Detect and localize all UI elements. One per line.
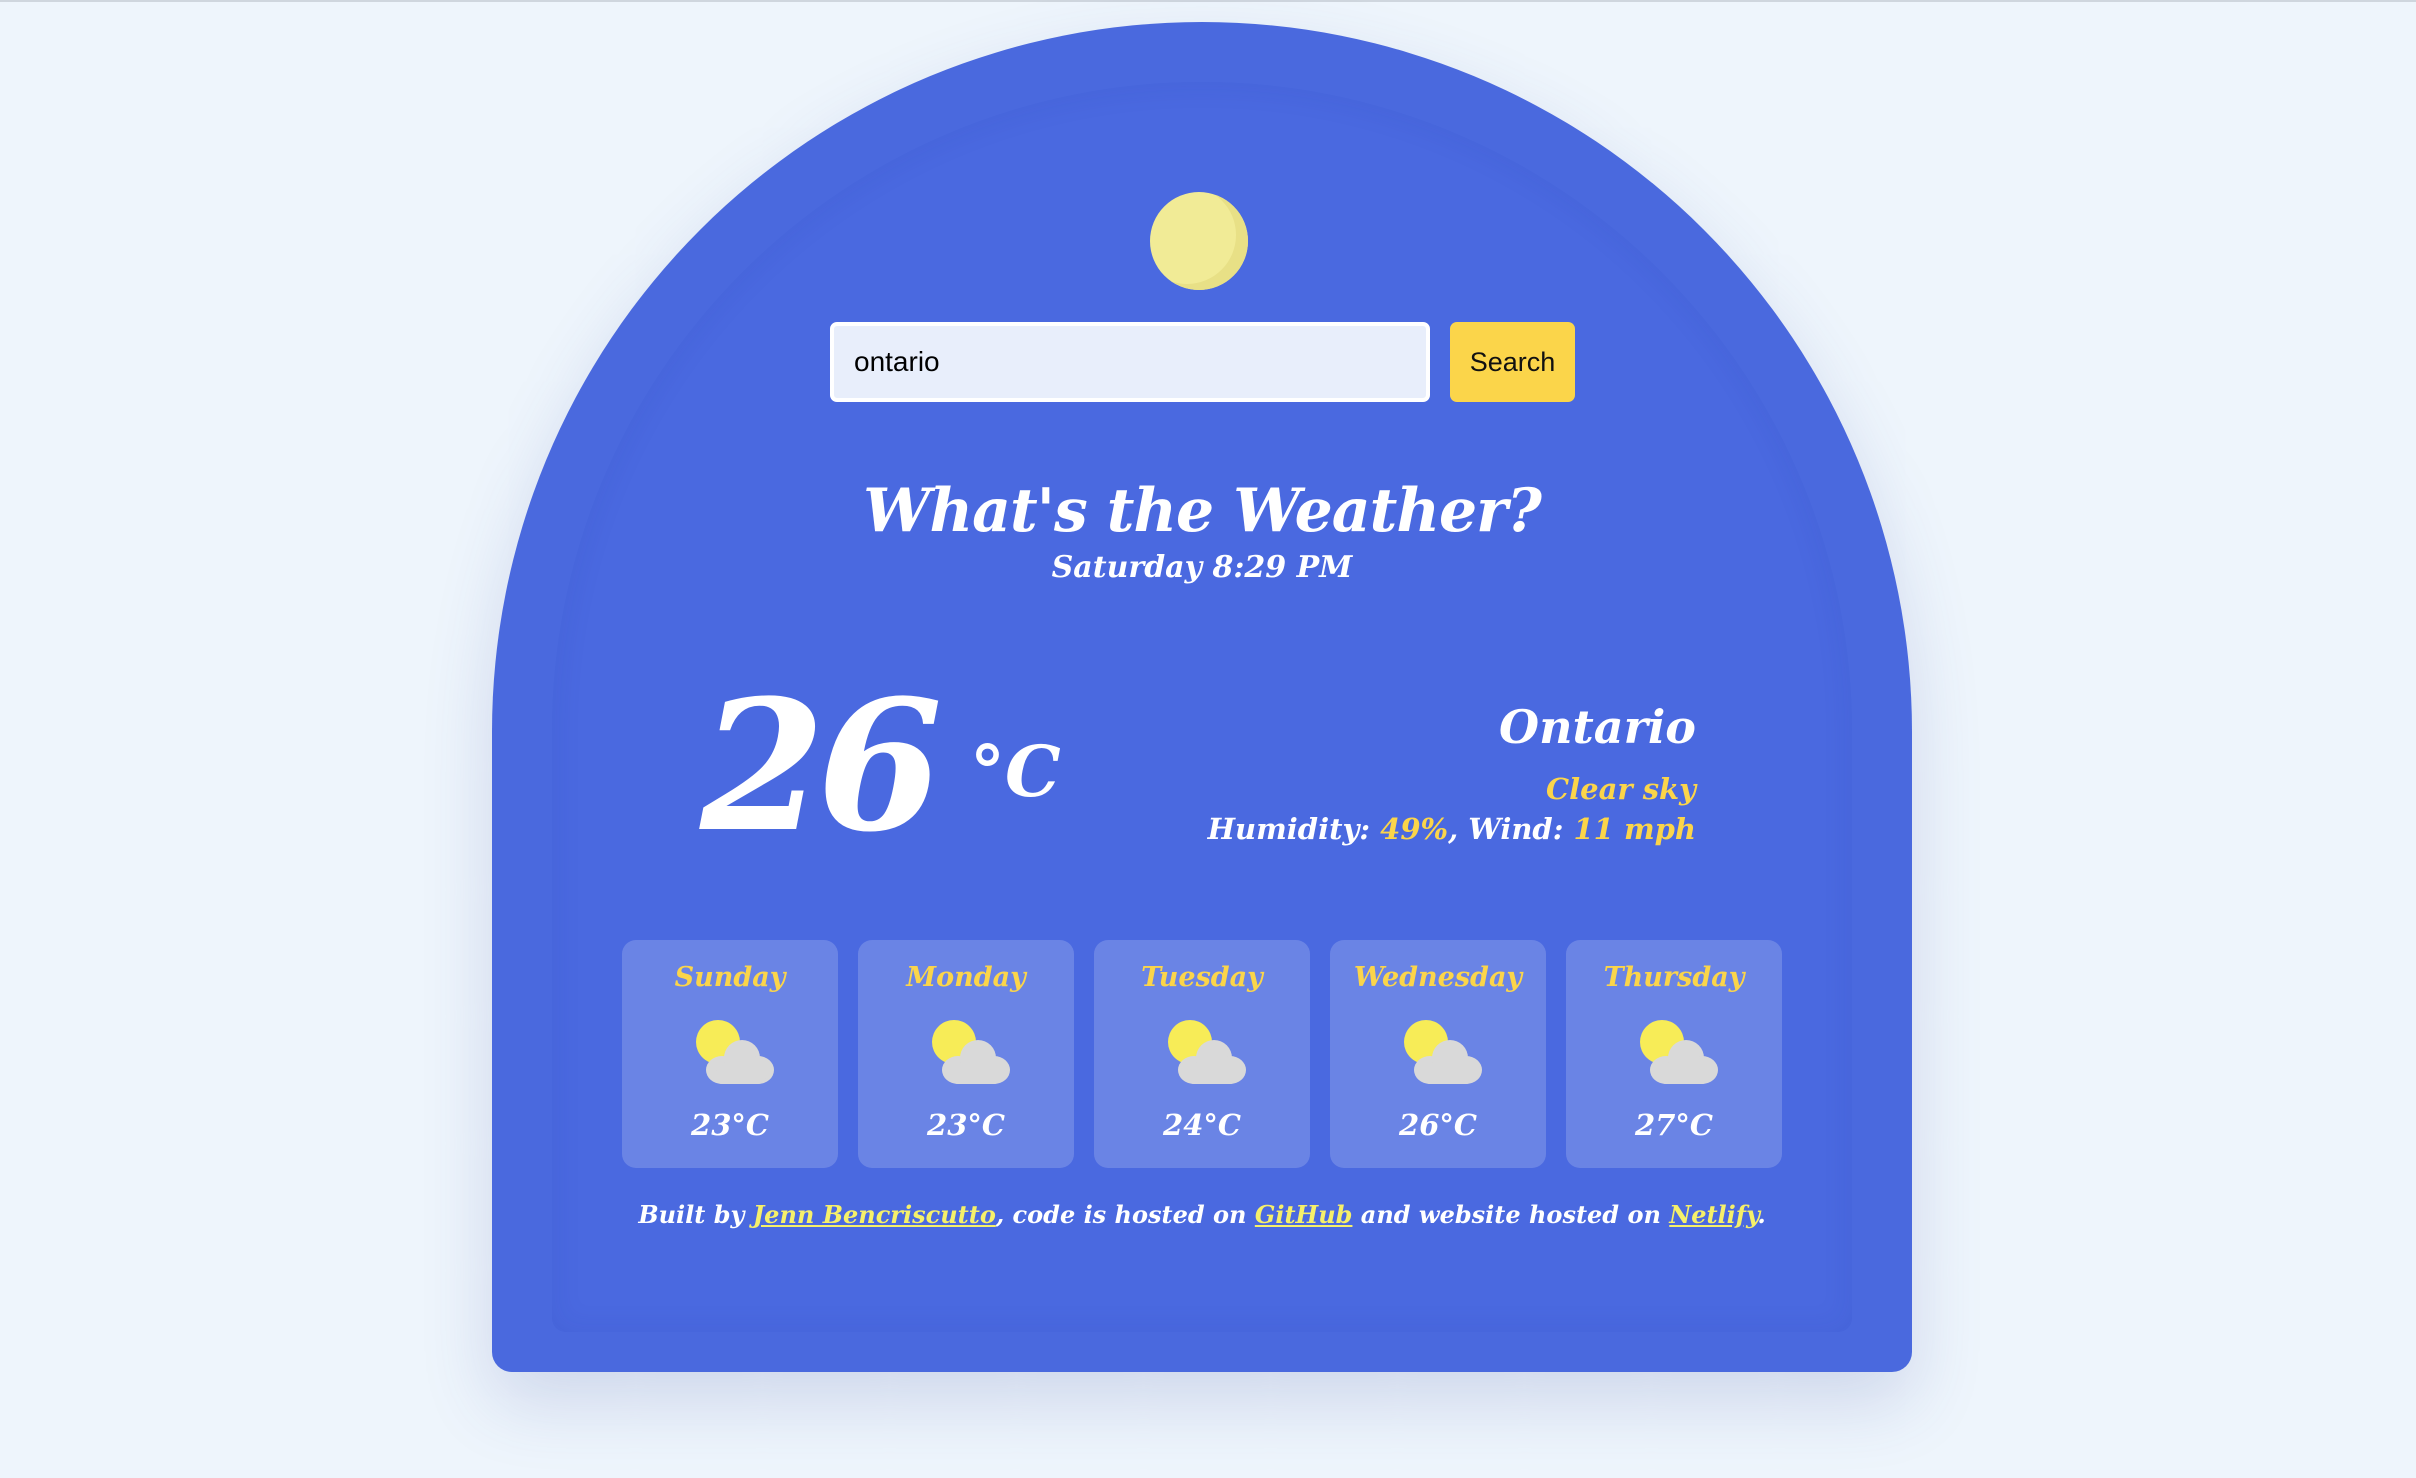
search-button[interactable]: Search	[1450, 322, 1575, 402]
forecast-day-name: Sunday	[674, 962, 786, 993]
partly-cloudy-icon	[932, 1020, 1010, 1084]
github-link[interactable]: GitHub	[1255, 1200, 1353, 1229]
city-name: Ontario	[1499, 700, 1696, 754]
footer-credits: Built by Jenn Bencriscutto, code is host…	[492, 1200, 1912, 1229]
partly-cloudy-icon	[1168, 1020, 1246, 1084]
weather-description: Clear sky	[1546, 772, 1696, 806]
forecast-temperature: 27°C	[1635, 1108, 1713, 1142]
weather-conditions: Humidity: 49%, Wind: 11 mph	[1208, 812, 1696, 846]
browser-top-border	[0, 0, 2416, 2]
forecast-day-sunday: Sunday 23°C	[622, 940, 838, 1168]
search-input[interactable]	[830, 322, 1430, 402]
netlify-link[interactable]: Netlify	[1669, 1200, 1757, 1229]
partly-cloudy-icon	[1404, 1020, 1482, 1084]
forecast-day-name: Wednesday	[1353, 962, 1523, 993]
forecast-day-thursday: Thursday 27°C	[1566, 940, 1782, 1168]
forecast-temperature: 26°C	[1399, 1108, 1477, 1142]
forecast-day-wednesday: Wednesday 26°C	[1330, 940, 1546, 1168]
partly-cloudy-icon	[696, 1020, 774, 1084]
forecast-day-name: Thursday	[1603, 962, 1745, 993]
temperature-unit: °C	[970, 730, 1061, 813]
footer-prefix: Built by	[638, 1200, 753, 1229]
forecast-day-name: Monday	[906, 962, 1026, 993]
forecast-day-monday: Monday 23°C	[858, 940, 1074, 1168]
footer-middle-1: , code is hosted on	[995, 1200, 1255, 1229]
forecast-day-name: Tuesday	[1141, 962, 1263, 993]
humidity-value: 49%	[1380, 812, 1449, 846]
wind-value: 11 mph	[1573, 812, 1697, 846]
forecast-temperature: 23°C	[927, 1108, 1005, 1142]
current-temperature: 26	[700, 661, 942, 872]
author-link[interactable]: Jenn Bencriscutto	[753, 1200, 996, 1229]
page-title: What's the Weather?	[863, 476, 1542, 546]
moon-icon	[1150, 192, 1248, 290]
forecast-day-tuesday: Tuesday 24°C	[1094, 940, 1310, 1168]
humidity-label: Humidity:	[1207, 812, 1381, 846]
forecast-temperature: 24°C	[1163, 1108, 1241, 1142]
current-datetime: Saturday 8:29 PM	[1051, 550, 1353, 585]
footer-middle-2: and website hosted on	[1352, 1200, 1670, 1229]
wind-label: , Wind:	[1448, 812, 1574, 846]
forecast-temperature: 23°C	[691, 1108, 769, 1142]
footer-suffix: .	[1757, 1200, 1766, 1229]
partly-cloudy-icon	[1640, 1020, 1718, 1084]
